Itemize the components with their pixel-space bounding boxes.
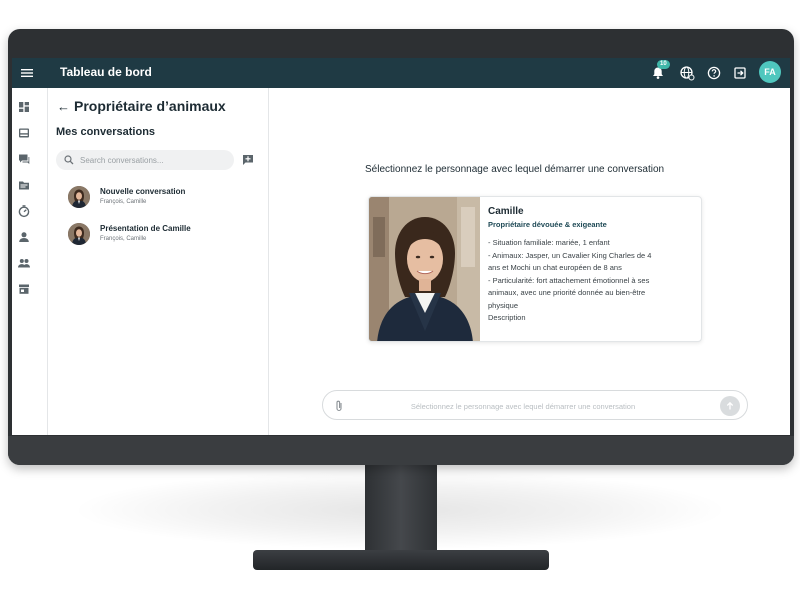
selection-prompt: Sélectionnez le personnage avec lequel d… <box>365 164 665 175</box>
section-title: Mes conversations <box>56 126 156 138</box>
persona-photo <box>369 197 480 341</box>
search-box[interactable] <box>56 150 234 170</box>
persona-role: Propriétaire dévouée & exigeante <box>488 220 607 229</box>
attachment-icon[interactable] <box>333 399 345 413</box>
search-input[interactable] <box>80 155 230 165</box>
persona-card[interactable]: Camille Propriétaire dévouée & exigeante… <box>368 196 702 342</box>
app-title: Tableau de bord <box>60 65 152 79</box>
persona-detail-line: ans et Mochi un chat européen de 8 ans <box>488 263 622 272</box>
notification-badge: 10 <box>657 60 670 69</box>
conversations-panel: ← Propriétaire d’animaux Mes conversatio… <box>48 88 269 435</box>
user-avatar[interactable]: FA <box>759 61 781 83</box>
person-icon[interactable] <box>17 230 31 244</box>
persona-name: Camille <box>488 206 524 217</box>
persona-detail-line: - Animaux: Jasper, un Cavalier King Char… <box>488 250 652 260</box>
search-icon <box>64 155 74 165</box>
page-title: Propriétaire d’animaux <box>74 98 226 114</box>
store-icon[interactable] <box>17 282 31 296</box>
persona-detail-line: - Situation familiale: mariée, 1 enfant <box>488 238 610 247</box>
back-button[interactable]: ← Propriétaire d’animaux <box>57 98 226 114</box>
help-icon[interactable] <box>706 65 722 81</box>
arrow-up-icon <box>726 401 734 410</box>
persona-description-label: Description <box>488 313 526 322</box>
conversation-item[interactable]: Nouvelle conversation François, Camille <box>68 186 258 216</box>
conversation-title: Présentation de Camille <box>100 224 191 233</box>
inbox-icon[interactable] <box>17 126 31 140</box>
persona-detail-line: animaux, avec une priorité donnée au bie… <box>488 288 646 297</box>
monitor-chin <box>8 436 794 465</box>
globe-settings-icon[interactable] <box>679 65 695 81</box>
send-button[interactable] <box>720 396 740 416</box>
persona-detail-line: - Particularité: fort attachement émotio… <box>488 275 650 285</box>
icon-rail <box>12 88 48 435</box>
conversation-participants: François, Camille <box>100 236 147 242</box>
avatar <box>68 186 90 208</box>
topbar: Tableau de bord 10 FA <box>12 58 790 88</box>
main-area: Sélectionnez le personnage avec lequel d… <box>270 88 790 435</box>
folder-icon[interactable] <box>17 178 31 192</box>
chat-icon[interactable] <box>17 152 31 166</box>
menu-icon[interactable] <box>20 66 34 80</box>
conversation-title: Nouvelle conversation <box>100 187 186 196</box>
new-conversation-icon[interactable] <box>242 154 254 166</box>
message-input[interactable] <box>353 399 693 413</box>
conversation-participants: François, Camille <box>100 199 147 205</box>
app-screen: Tableau de bord 10 FA ← Propriétaire d’a… <box>12 58 790 435</box>
timer-icon[interactable] <box>17 204 31 218</box>
avatar <box>68 223 90 245</box>
group-icon[interactable] <box>17 256 31 270</box>
persona-detail-line: physique <box>488 300 519 310</box>
monitor-stand-neck <box>365 465 437 555</box>
back-arrow-icon: ← <box>57 98 70 114</box>
logout-icon[interactable] <box>732 65 748 81</box>
dashboard-icon[interactable] <box>17 100 31 114</box>
monitor-stand-base <box>253 550 549 570</box>
chat-input-bar <box>322 390 748 420</box>
conversation-item[interactable]: Présentation de Camille François, Camill… <box>68 223 258 253</box>
